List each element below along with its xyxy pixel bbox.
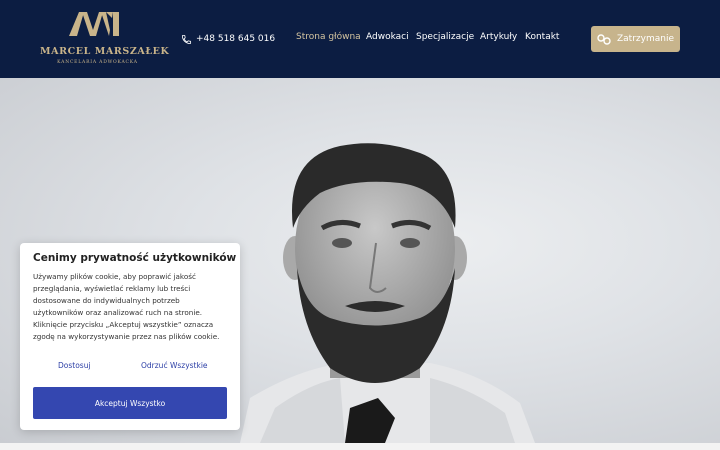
logo[interactable]: MARCEL MARSZAŁEK KANCELARIA ADWOKACKA: [40, 10, 170, 68]
cookie-consent-dialog: Cenimy prywatność użytkowników Używamy p…: [20, 243, 240, 430]
logo-name: MARCEL MARSZAŁEK: [40, 46, 170, 57]
customize-button[interactable]: Dostosuj: [58, 361, 91, 370]
phone-number: +48 518 645 016: [196, 34, 276, 44]
cookie-text-line: zgodę na wykorzystywanie przez nas plikó…: [33, 332, 220, 341]
site-header: MARCEL MARSZAŁEK KANCELARIA ADWOKACKA +4…: [0, 0, 720, 78]
cookie-text-line: Kliknięcie przycisku „Akceptuj wszystkie…: [33, 320, 214, 329]
cookie-text-line: dostosowane do indywidualnych potrzeb: [33, 296, 180, 305]
phone-icon: [181, 34, 192, 45]
detention-button-label: Zatrzymanie: [617, 34, 674, 44]
reject-all-button[interactable]: Odrzuć Wszystkie: [141, 361, 208, 370]
cookie-text-line: Używamy plików cookie, aby poprawić jako…: [33, 272, 196, 281]
nav-item-home[interactable]: Strona główna: [296, 32, 361, 42]
detention-button[interactable]: Zatrzymanie: [591, 26, 680, 52]
nav-item-contact[interactable]: Kontakt: [525, 32, 559, 42]
phone-link[interactable]: +48 518 645 016: [181, 32, 275, 46]
handcuffs-icon: [597, 33, 611, 45]
logo-monogram-icon: [68, 12, 119, 36]
nav-item-lawyers[interactable]: Adwokaci: [366, 32, 409, 42]
bottom-strip: [0, 443, 720, 450]
cookie-title: Cenimy prywatność użytkowników: [33, 252, 237, 264]
cookie-text-line: przeglądania, wyświetlać reklamy lub tre…: [33, 284, 191, 293]
nav-item-articles[interactable]: Artykuły: [480, 32, 517, 42]
cookie-text-line: użytkowników oraz analizować ruch na str…: [33, 308, 203, 317]
cookie-description: Używamy plików cookie, aby poprawić jako…: [33, 271, 229, 343]
accept-all-button[interactable]: Akceptuj Wszystko: [33, 387, 227, 419]
nav-item-specializations[interactable]: Specjalizacje: [416, 32, 474, 42]
logo-subtitle: KANCELARIA ADWOKACKA: [57, 60, 138, 65]
